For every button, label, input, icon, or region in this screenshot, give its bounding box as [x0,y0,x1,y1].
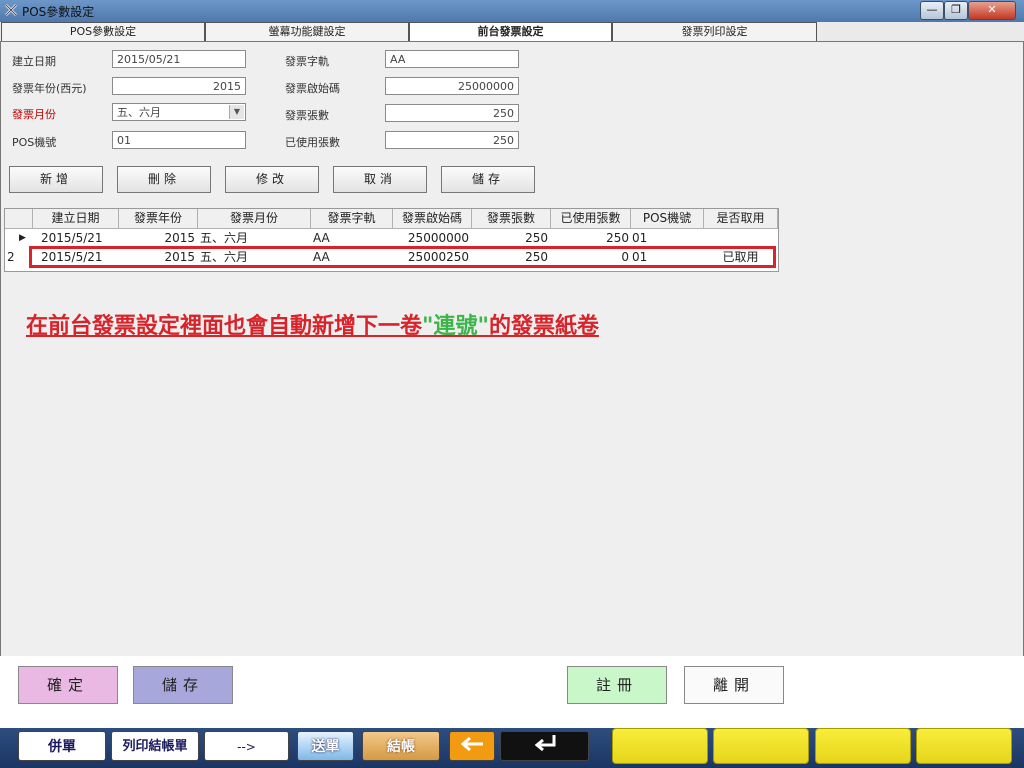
column-header[interactable]: 發票年份 [119,209,198,229]
start-number-field[interactable]: 25000000 [385,77,519,95]
annotation-highlight: "連號" [422,314,489,339]
register-button[interactable]: 註冊 [567,666,667,704]
tab-pos-settings[interactable]: POS參數設定 [1,22,205,41]
track-field[interactable]: AA [385,50,519,68]
function-key-2[interactable] [713,728,809,764]
cancel-button[interactable]: 取消 [333,166,427,193]
confirm-button[interactable]: 確定 [18,666,118,704]
pos-taskbar: 併單 列印結帳單 --> 送單 結帳 [0,728,1024,768]
used-count-field[interactable]: 250 [385,131,519,149]
tab-function-keys[interactable]: 螢幕功能鍵設定 [205,22,409,41]
function-key-4[interactable] [916,728,1012,764]
tab-strip: POS參數設定 螢幕功能鍵設定 前台發票設定 發票列印設定 [0,22,1024,42]
add-button[interactable]: 新增 [9,166,103,193]
bottom-button-bar: 確定 儲存 註冊 離開 [0,656,1024,728]
row-header-corner [5,209,33,229]
save-button[interactable]: 儲存 [441,166,535,193]
enter-icon [534,735,555,752]
merge-order-button[interactable]: 併單 [18,731,106,761]
year-label: 發票年份(西元) [12,82,87,95]
row-highlight-box [29,246,776,268]
annotation-text: 在前台發票設定裡面也會自動新增下一卷"連號"的發票紙卷 [26,308,599,340]
chevron-down-icon[interactable]: ▼ [229,105,244,119]
leave-button[interactable]: 離開 [684,666,784,704]
column-header[interactable]: 發票張數 [472,209,551,229]
app-icon [4,3,18,17]
enter-button[interactable] [500,731,589,761]
month-label: 發票月份 [12,108,56,121]
count-field[interactable]: 250 [385,104,519,122]
row-number[interactable]: 2 [7,248,19,267]
function-key-3[interactable] [815,728,911,764]
window-title: POS參數設定 [22,5,95,19]
annotation-part-2: 的發票紙卷 [488,314,599,339]
pos-label: POS機號 [12,136,57,149]
month-select[interactable]: 五、六月 ▼ [112,103,246,121]
arrow-left-icon [460,736,483,752]
maximize-button[interactable]: ❐ [944,1,968,20]
year-field[interactable]: 2015 [112,77,246,95]
function-key-1[interactable] [612,728,708,764]
column-header[interactable]: 已使用張數 [551,209,631,229]
close-button[interactable]: ✕ [968,1,1016,20]
title-bar: POS參數設定 — ❐ ✕ [0,0,1024,22]
edit-button[interactable]: 修改 [225,166,319,193]
track-label: 發票字軌 [285,55,329,68]
column-header[interactable]: 發票字軌 [311,209,393,229]
start-number-label: 發票啟始碼 [285,82,340,95]
date-field[interactable]: 2015/05/21 [112,50,246,68]
column-header[interactable]: 是否取用 [704,209,778,229]
column-header[interactable]: POS機號 [631,209,704,229]
column-header[interactable]: 建立日期 [33,209,119,229]
tab-invoice-settings[interactable]: 前台發票設定 [409,22,612,42]
delete-button[interactable]: 刪除 [117,166,211,193]
back-arrow-button[interactable] [449,731,495,761]
checkout-button[interactable]: 結帳 [362,731,440,761]
used-count-label: 已使用張數 [285,136,340,149]
minimize-button[interactable]: — [920,1,944,20]
save-bottom-button[interactable]: 儲存 [133,666,233,704]
pos-field[interactable]: 01 [112,131,246,149]
annotation-part-1: 在前台發票設定裡面也會自動新增下一卷 [26,314,423,339]
column-header[interactable]: 發票月份 [198,209,311,229]
count-label: 發票張數 [285,109,329,122]
print-checkout-button[interactable]: 列印結帳單 [111,731,199,761]
month-select-value: 五、六月 [117,106,161,119]
column-header[interactable]: 發票啟始碼 [393,209,472,229]
tab-invoice-print[interactable]: 發票列印設定 [612,22,817,41]
next-page-button[interactable]: --> [204,731,289,761]
send-order-button[interactable]: 送單 [297,731,354,761]
date-label: 建立日期 [12,55,56,68]
